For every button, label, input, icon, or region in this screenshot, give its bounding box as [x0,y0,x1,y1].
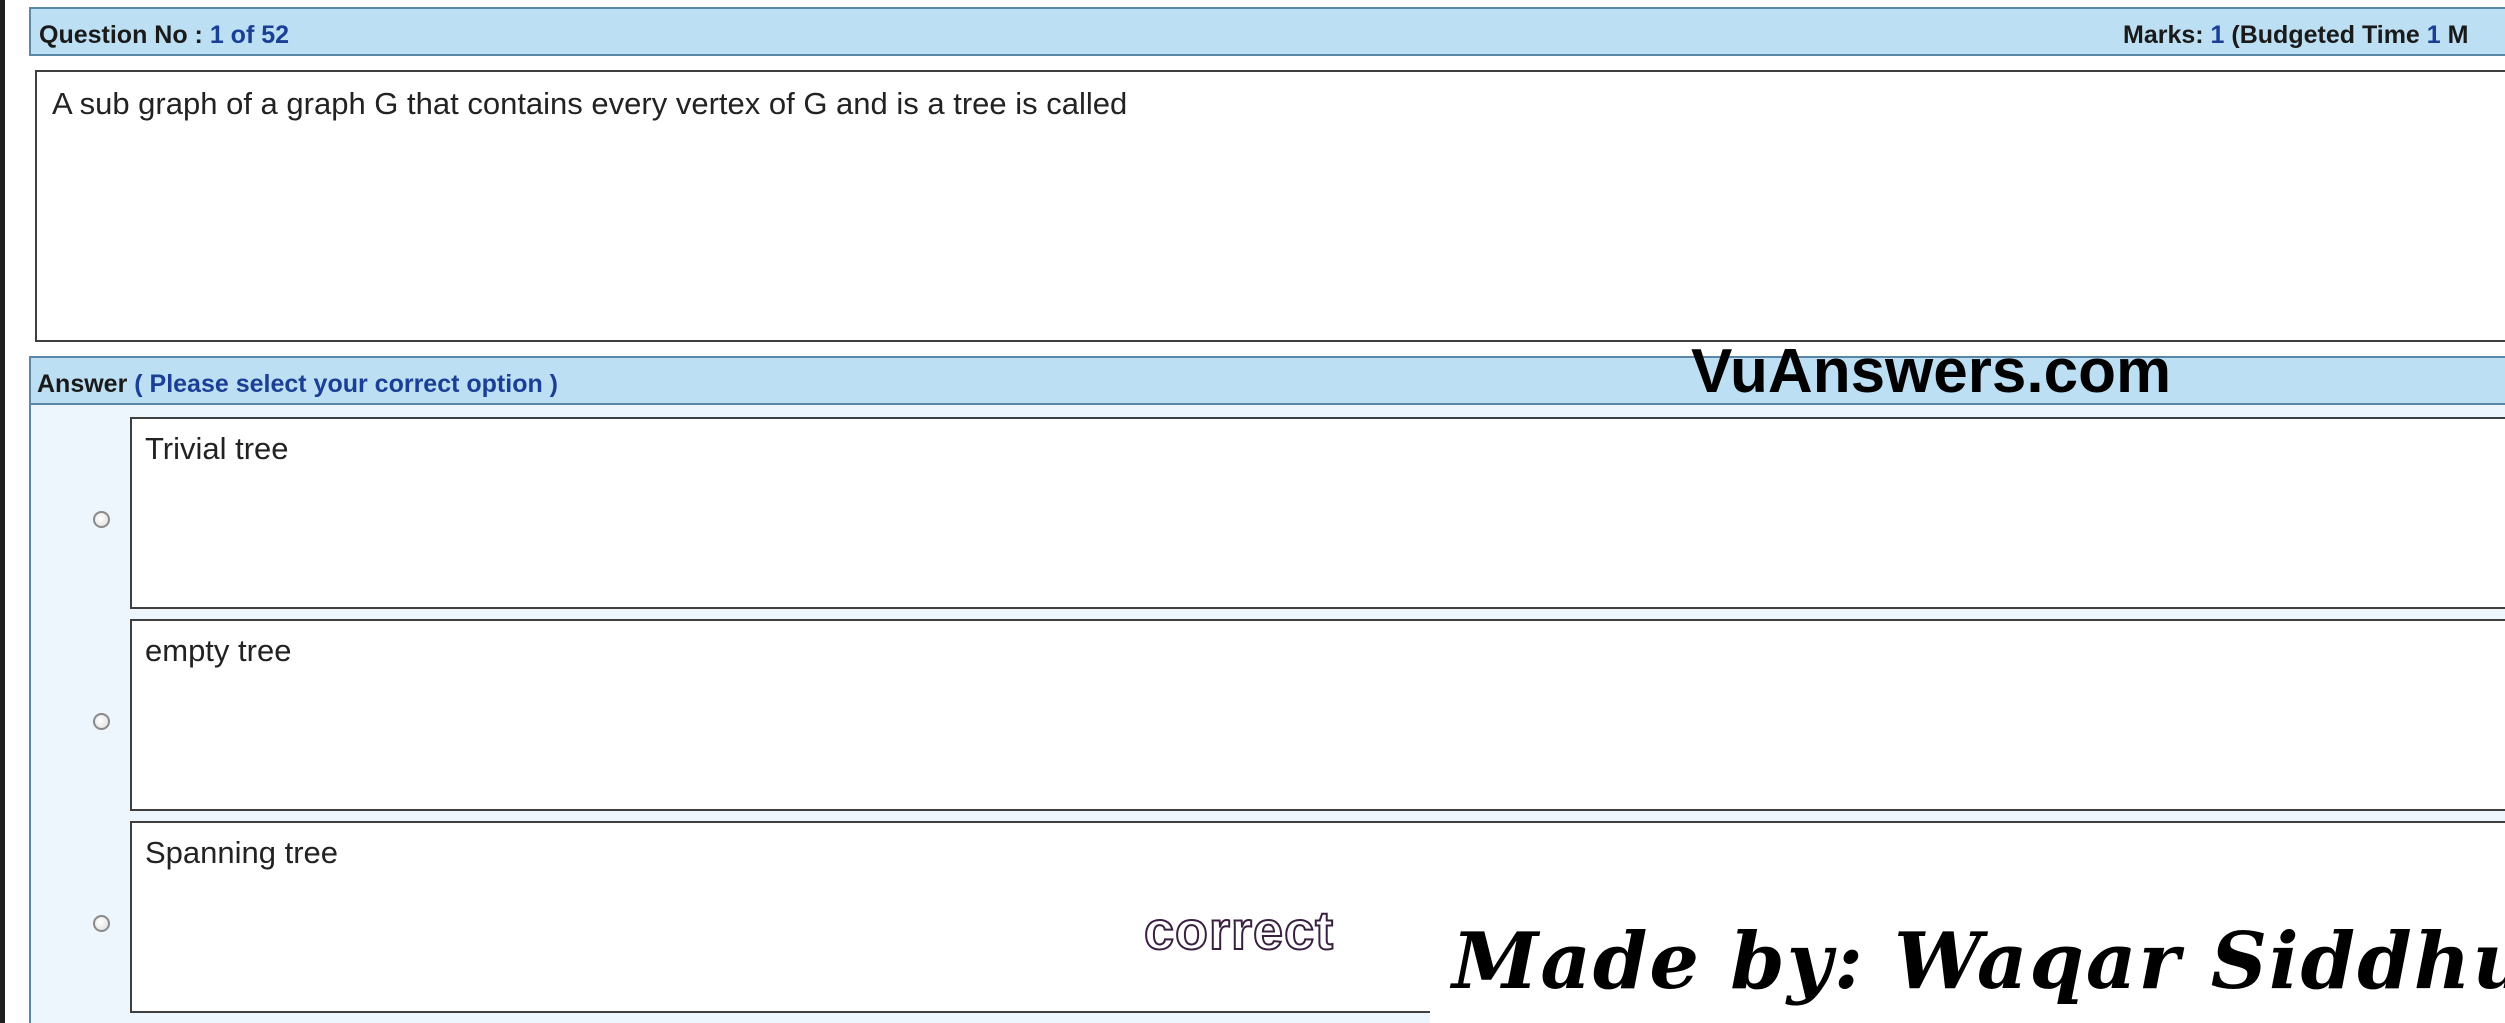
question-number: 1 of 52 [209,21,290,49]
marks-value: 1 [2210,21,2225,49]
option-radio-2[interactable] [93,713,110,730]
credit-watermark: Made by: Waqar Siddhu [1452,916,2505,1007]
option-radio-3[interactable] [93,915,110,932]
option-text-3: Spanning tree [145,835,339,870]
option-text-1: Trivial tree [145,431,289,466]
option-radio-1[interactable] [93,511,110,528]
correct-answer-mark: correct [1143,900,1335,962]
option-box-2[interactable]: empty tree [130,619,2505,811]
budget-time-value: 1 [2426,21,2441,49]
answer-label: Answer ( Please select your correct opti… [37,370,559,398]
question-number-label: Question No : 1 of 52 [39,21,290,49]
question-box: A sub graph of a graph G that contains e… [35,70,2505,342]
question-text: A sub graph of a graph G that contains e… [52,86,1128,121]
question-header-bar: Question No : 1 of 52 Marks: 1 (Budgeted… [29,7,2505,56]
answer-hint: ( Please select your correct option ) [127,370,559,398]
option-box-1[interactable]: Trivial tree [130,417,2505,609]
window-left-edge [0,0,5,1023]
marks-info: Marks: 1 (Budgeted Time 1 M [2123,21,2469,49]
option-text-2: empty tree [145,633,292,668]
site-watermark: VuAnswers.com [1691,337,2172,406]
